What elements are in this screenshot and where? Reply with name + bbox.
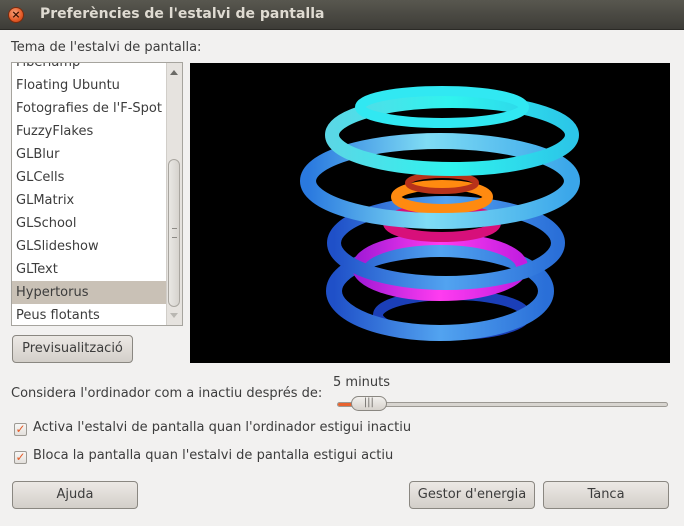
- theme-list-item[interactable]: Hypertorus: [12, 281, 168, 304]
- window-title: Preferències de l'estalvi de pantalla: [40, 6, 325, 22]
- power-manager-button[interactable]: Gestor d'energia: [409, 481, 535, 509]
- theme-list-item[interactable]: Peus flotants: [12, 304, 168, 325]
- theme-list[interactable]: Fiberlamp Floating Ubuntu Fotografies de l…: [11, 62, 183, 326]
- grip-icon: [172, 228, 177, 238]
- preview-button[interactable]: Previsualització: [12, 335, 133, 363]
- close-window-button[interactable]: ×: [8, 7, 24, 23]
- theme-label: Tema de l'estalvi de pantalla:: [11, 40, 202, 55]
- theme-list-item[interactable]: FuzzyFlakes: [12, 120, 168, 143]
- scroll-down-arrow-icon[interactable]: [170, 313, 178, 318]
- activate-checkbox[interactable]: ✓: [14, 423, 27, 436]
- theme-list-item[interactable]: GLSchool: [12, 212, 168, 235]
- idle-label: Considera l'ordinador com a inactiu desp…: [11, 386, 323, 401]
- theme-list-item[interactable]: GLText: [12, 258, 168, 281]
- theme-list-item[interactable]: GLCells: [12, 166, 168, 189]
- theme-list-item[interactable]: GLBlur: [12, 143, 168, 166]
- scroll-up-arrow-icon[interactable]: [170, 70, 178, 75]
- scrollbar-thumb[interactable]: [168, 159, 180, 307]
- theme-list-item[interactable]: Fiberlamp: [12, 63, 168, 74]
- close-button[interactable]: Tanca: [543, 481, 669, 509]
- theme-list-item[interactable]: GLMatrix: [12, 189, 168, 212]
- hypertorus-preview-image: [300, 86, 580, 341]
- theme-list-item[interactable]: GLSlideshow: [12, 235, 168, 258]
- title-bar: × Preferències de l'estalvi de pantalla: [0, 0, 684, 30]
- lock-label: Bloca la pantalla quan l'estalvi de pant…: [33, 448, 394, 463]
- lock-checkbox[interactable]: ✓: [14, 451, 27, 464]
- activate-label: Activa l'estalvi de pantalla quan l'ordi…: [33, 420, 412, 435]
- theme-list-scrollbar[interactable]: [166, 63, 182, 325]
- theme-list-items: Fiberlamp Floating Ubuntu Fotografies de l…: [12, 63, 168, 325]
- theme-list-item[interactable]: Floating Ubuntu: [12, 74, 168, 97]
- idle-slider-handle[interactable]: |||: [350, 396, 387, 411]
- theme-list-item[interactable]: Fotografies de l'F-Spot: [12, 97, 168, 120]
- idle-value: 5 minuts: [333, 375, 391, 390]
- help-button[interactable]: Ajuda: [12, 481, 138, 509]
- screensaver-preview: [190, 63, 670, 363]
